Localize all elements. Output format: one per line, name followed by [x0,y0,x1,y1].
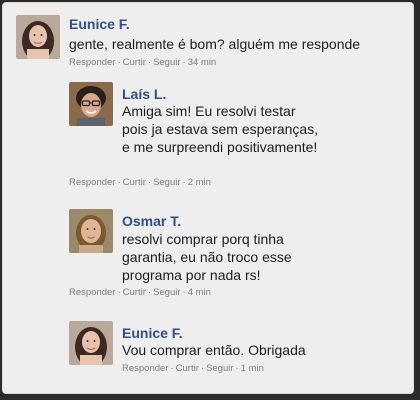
separator: · [117,177,121,188]
timestamp[interactable]: 4 min [188,287,211,298]
separator: · [182,177,186,188]
timestamp[interactable]: 2 min [188,177,211,188]
separator: · [117,287,121,298]
comment-text: Vou comprar então. Obrigada [122,342,306,358]
follow-link[interactable]: Seguir [153,287,180,298]
avatar[interactable] [69,209,113,253]
like-link[interactable]: Curtir [123,177,146,188]
separator: · [200,363,205,374]
comment-text: Amiga sim! Eu resolvi testar pois ja est… [122,103,319,155]
comment-actions: Responder · Curtir · Seguir · 4 min [69,287,211,299]
reply-link[interactable]: Responder [69,177,115,188]
comment-actions: Responder · Curtir · Seguir · 2 min [69,177,211,189]
timestamp[interactable]: 34 min [188,57,217,68]
avatar[interactable] [69,82,113,126]
separator: · [117,57,121,68]
comment-text: resolvi comprar porq tinha garantia, eu … [122,231,292,283]
follow-link[interactable]: Seguir [206,363,233,374]
separator: · [182,57,186,68]
follow-link[interactable]: Seguir [153,177,180,188]
comment-item: Eunice F. gente, realmente é bom? alguém… [16,15,406,75]
comment-item: Osmar T. resolvi comprar porq tinha gara… [16,209,406,301]
timestamp[interactable]: 1 min [241,363,264,374]
comment-item: Eunice F. Vou comprar então. Obrigada Re… [16,321,406,381]
author-name[interactable]: Osmar T. [122,213,181,229]
author-name[interactable]: Eunice F. [122,325,183,341]
comment-text: gente, realmente é bom? alguém me respon… [69,36,361,52]
comment-item: Laís L. Amiga sim! Eu resolvi testar poi… [16,82,406,192]
reply-link[interactable]: Responder [122,363,168,374]
separator: · [182,287,186,298]
author-name[interactable]: Laís L. [122,86,166,102]
avatar[interactable] [69,321,113,365]
comments-panel: Eunice F. gente, realmente é bom? alguém… [2,2,414,394]
separator: · [235,363,239,374]
separator: · [147,57,152,68]
follow-link[interactable]: Seguir [153,57,180,68]
like-link[interactable]: Curtir [123,57,146,68]
reply-link[interactable]: Responder [69,287,115,298]
comment-actions: Responder · Curtir · Seguir · 1 min [122,363,264,375]
separator: · [147,177,152,188]
separator: · [147,287,152,298]
avatar[interactable] [16,15,60,59]
comment-actions: Responder · Curtir · Seguir · 34 min [69,57,216,69]
like-link[interactable]: Curtir [176,363,199,374]
separator: · [170,363,174,374]
author-name[interactable]: Eunice F. [69,16,130,32]
like-link[interactable]: Curtir [123,287,146,298]
reply-link[interactable]: Responder [69,57,115,68]
